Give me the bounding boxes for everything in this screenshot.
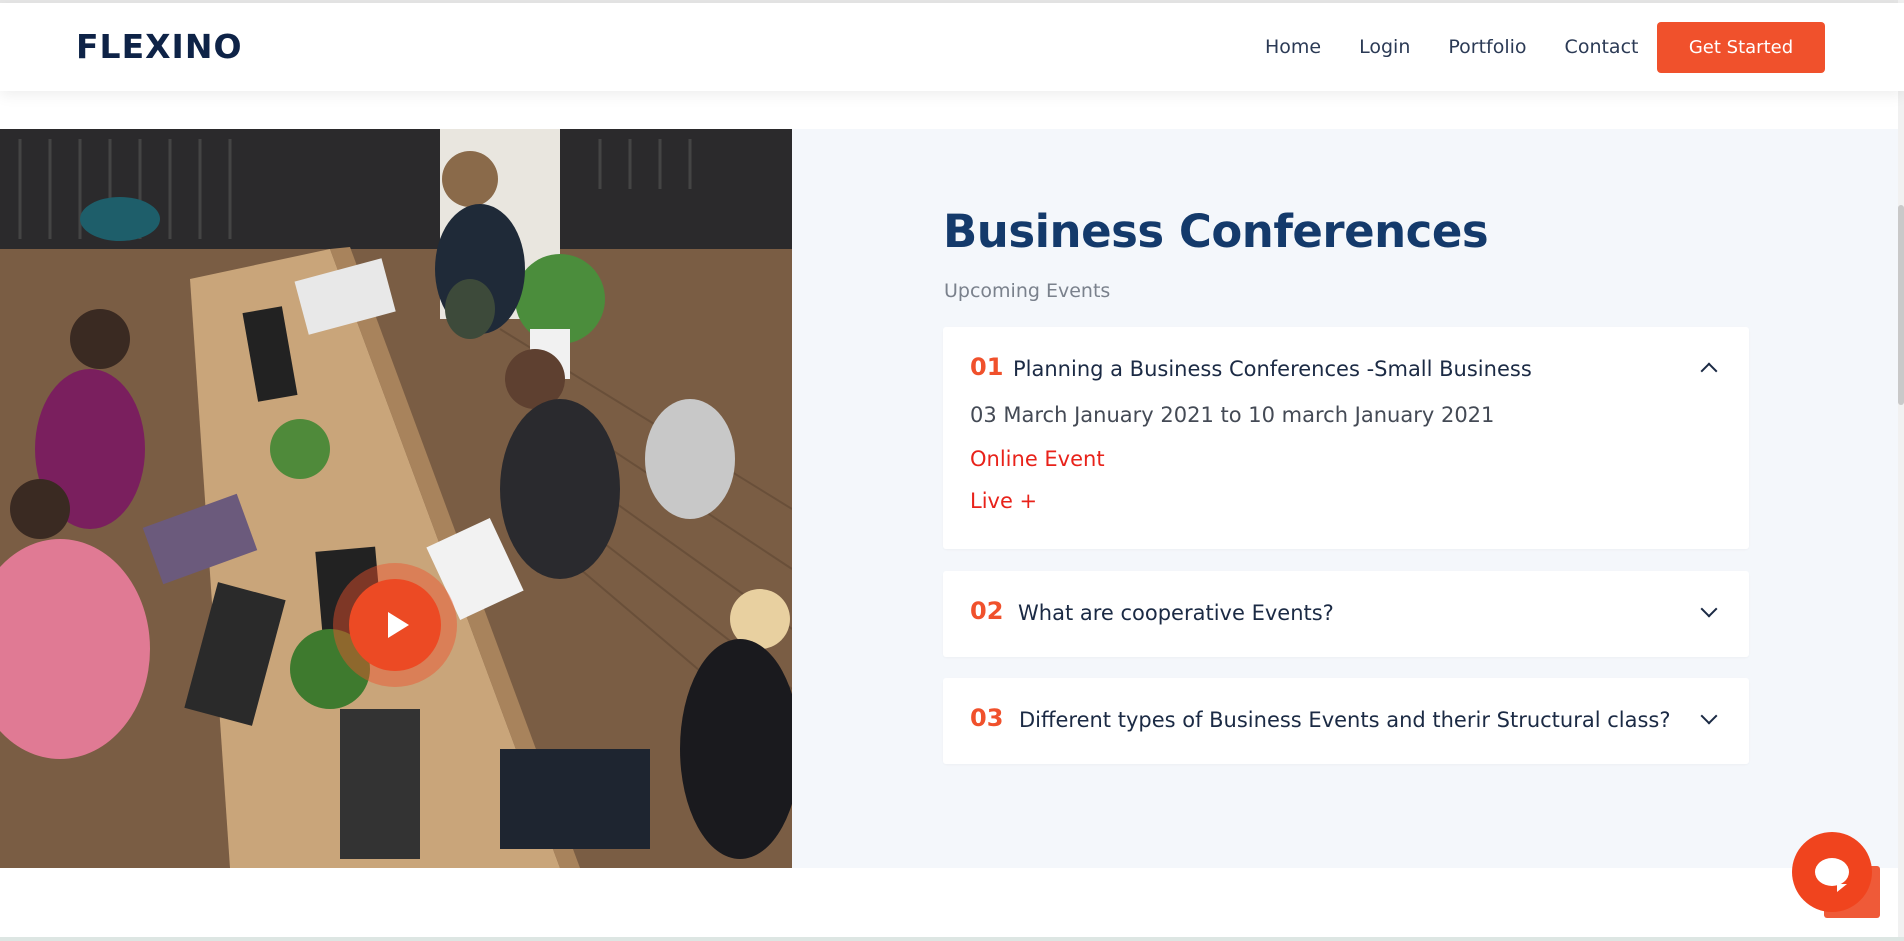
accordion-number: 03 (970, 704, 1004, 732)
chevron-up-icon[interactable] (1700, 362, 1718, 380)
page-scrollbar[interactable] (1898, 0, 1904, 941)
main-nav: Home Login Portfolio Contact (1265, 3, 1676, 91)
accordion-number: 02 (970, 597, 1004, 625)
chat-widget-button[interactable] (1792, 832, 1872, 912)
accordion-header-2[interactable]: 02 What are cooperative Events? (943, 571, 1749, 655)
get-started-button[interactable]: Get Started (1657, 22, 1825, 73)
nav-home-link[interactable]: Home (1265, 36, 1321, 58)
site-logo[interactable]: FLEXINO (76, 27, 243, 66)
accordion-question: Planning a Business Conferences -Small B… (1013, 357, 1532, 381)
video-play-button[interactable] (333, 563, 457, 687)
events-section: Business Conferences Upcoming Events 01 … (792, 129, 1898, 868)
nav-login-link[interactable]: Login (1359, 36, 1410, 58)
section-subtitle: Upcoming Events (944, 280, 1111, 302)
accordion-item-3: 03 Different types of Business Events an… (943, 678, 1749, 764)
section-title: Business Conferences (943, 205, 1489, 258)
accordion-number: 01 (970, 353, 1004, 381)
nav-contact-link[interactable]: Contact (1565, 36, 1639, 58)
accordion-header-1[interactable]: 01 Planning a Business Conferences -Smal… (943, 327, 1749, 411)
chevron-down-icon[interactable] (1700, 600, 1718, 618)
event-type: Online Event (970, 447, 1105, 471)
accordion-question: Different types of Business Events and t… (1019, 708, 1671, 732)
play-icon (387, 612, 409, 638)
live-link[interactable]: Live + (970, 489, 1494, 513)
event-date: 03 March January 2021 to 10 march Januar… (970, 403, 1495, 427)
photo-illustration (0, 129, 792, 868)
chevron-down-icon[interactable] (1700, 707, 1718, 725)
accordion-item-2: 02 What are cooperative Events? (943, 571, 1749, 657)
site-header: FLEXINO Home Login Portfolio Contact Get… (0, 3, 1904, 91)
chat-icon (1815, 858, 1849, 892)
play-circle (349, 579, 441, 671)
accordion-question: What are cooperative Events? (1018, 601, 1334, 625)
nav-portfolio-link[interactable]: Portfolio (1448, 36, 1526, 58)
accordion-item-1: 01 Planning a Business Conferences -Smal… (943, 327, 1749, 549)
bottom-border (0, 937, 1904, 941)
conference-photo (0, 129, 792, 868)
accordion-header-3[interactable]: 03 Different types of Business Events an… (943, 678, 1749, 762)
accordion-body-1: 03 March January 2021 to 10 march Januar… (970, 403, 1494, 513)
scrollbar-thumb[interactable] (1898, 205, 1904, 405)
